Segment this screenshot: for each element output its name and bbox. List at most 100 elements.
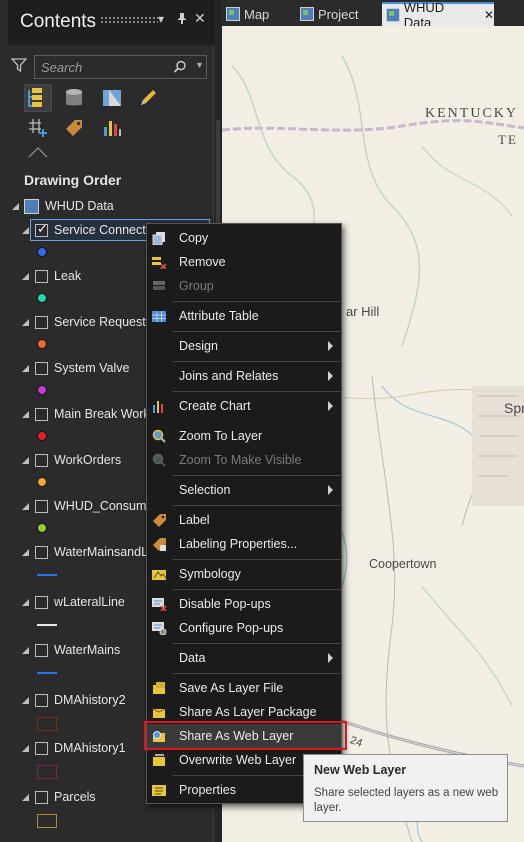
collapse-triangle-icon[interactable] xyxy=(10,201,20,211)
menu-item-labeling-properties[interactable]: Labeling Properties... xyxy=(147,532,341,556)
layer-visibility-checkbox[interactable] xyxy=(35,741,48,755)
list-by-editing-button[interactable] xyxy=(134,84,162,112)
search-input[interactable] xyxy=(35,56,155,78)
menu-item-label: Save As Layer File xyxy=(179,681,284,695)
menu-item-symbology[interactable]: Symbology xyxy=(147,562,341,586)
group-icon xyxy=(153,281,165,290)
menu-item-joins-and-relates[interactable]: Joins and Relates xyxy=(147,364,341,388)
tab-whud-data[interactable]: WHUD Data ✕ xyxy=(382,0,494,30)
list-by-labeling-button[interactable] xyxy=(60,114,88,142)
menu-item-group: Group xyxy=(147,274,341,298)
menu-item-data[interactable]: Data xyxy=(147,646,341,670)
layer-row[interactable]: System Valve xyxy=(20,358,130,378)
layer-row[interactable]: WorkOrders xyxy=(20,450,121,470)
collapse-triangle-icon[interactable] xyxy=(20,225,30,235)
collapse-triangle-icon[interactable] xyxy=(20,547,30,557)
list-charts-button[interactable] xyxy=(98,114,126,142)
collapse-triangle-icon[interactable] xyxy=(20,597,30,607)
layer-visibility-checkbox[interactable] xyxy=(35,222,48,237)
layer-row[interactable]: DMAhistory1 xyxy=(20,738,126,758)
list-by-selection-button[interactable] xyxy=(98,84,126,112)
layer-row[interactable]: Parcels xyxy=(20,787,96,807)
submenu-arrow-icon xyxy=(328,371,333,381)
map-root-label: WHUD Data xyxy=(45,199,114,213)
map-root-row[interactable]: WHUD Data xyxy=(10,196,114,216)
collapse-triangle-icon[interactable] xyxy=(20,409,30,419)
layer-row[interactable]: DMAhistory2 xyxy=(20,690,126,710)
menu-item-label: Zoom To Make Visible xyxy=(179,453,302,467)
menu-item-configure-pop-ups[interactable]: Configure Pop-ups xyxy=(147,616,341,640)
menu-item-design[interactable]: Design xyxy=(147,334,341,358)
layer-row[interactable]: Service Requests xyxy=(20,312,152,332)
close-icon[interactable]: ✕ xyxy=(194,10,206,27)
menu-item-selection[interactable]: Selection xyxy=(147,478,341,502)
layer-name: DMAhistory2 xyxy=(54,693,126,707)
layer-visibility-checkbox[interactable] xyxy=(35,693,48,707)
point-symbol-icon xyxy=(37,523,47,533)
collapse-triangle-icon[interactable] xyxy=(20,792,30,802)
symbology-icon xyxy=(152,570,167,580)
layer-row[interactable]: Main Break Work xyxy=(20,404,150,424)
collapse-triangle-icon[interactable] xyxy=(20,645,30,655)
tab-close-icon[interactable]: ✕ xyxy=(484,8,494,22)
line-symbol-icon xyxy=(37,624,57,626)
collapse-triangle-icon[interactable] xyxy=(20,363,30,373)
collapse-triangle-icon[interactable] xyxy=(20,743,30,753)
layer-row[interactable]: WHUD_Consump xyxy=(20,496,153,516)
pin-icon[interactable] xyxy=(177,12,187,27)
tab-project[interactable]: Project xyxy=(296,2,358,26)
layer-name: wLateralLine xyxy=(54,595,125,609)
menu-item-attribute-table[interactable]: Attribute Table xyxy=(147,304,341,328)
collapse-triangle-icon[interactable] xyxy=(20,317,30,327)
filter-icon[interactable] xyxy=(10,57,28,78)
pane-menu-icon[interactable]: ▾ xyxy=(158,12,164,26)
layer-visibility-checkbox[interactable] xyxy=(35,315,48,329)
menu-item-zoom-to-layer[interactable]: Zoom To Layer xyxy=(147,424,341,448)
layer-name: Service Connectio xyxy=(54,223,156,237)
pane-grip-handle[interactable] xyxy=(100,16,158,24)
submenu-arrow-icon xyxy=(328,401,333,411)
menu-item-label[interactable]: Label xyxy=(147,508,341,532)
chart-icon xyxy=(153,401,163,413)
menu-item-copy[interactable]: Copy xyxy=(147,226,341,250)
collapse-triangle-icon[interactable] xyxy=(20,695,30,705)
tooltip-title: New Web Layer xyxy=(314,763,407,777)
layer-visibility-checkbox[interactable] xyxy=(35,499,48,513)
layer-name: Parcels xyxy=(54,790,96,804)
zoom-visible-icon xyxy=(152,453,166,467)
layer-visibility-checkbox[interactable] xyxy=(35,643,48,657)
list-by-source-button[interactable] xyxy=(60,84,88,112)
whud-tab-icon xyxy=(386,8,400,22)
layer-row[interactable]: Service Connectio xyxy=(20,220,155,240)
line-symbol-icon xyxy=(37,574,57,576)
list-by-drawing-order-button[interactable] xyxy=(24,84,52,112)
menu-separator xyxy=(173,673,341,674)
menu-separator xyxy=(173,589,341,590)
menu-item-create-chart[interactable]: Create Chart xyxy=(147,394,341,418)
layer-visibility-checkbox[interactable] xyxy=(35,790,48,804)
menu-item-remove[interactable]: Remove xyxy=(147,250,341,274)
layer-row[interactable]: WaterMains xyxy=(20,640,120,660)
tab-map[interactable]: Map xyxy=(222,2,269,26)
menu-item-label: Properties xyxy=(179,783,236,797)
layer-visibility-checkbox[interactable] xyxy=(35,269,48,283)
layer-visibility-checkbox[interactable] xyxy=(35,453,48,467)
menu-item-label: Disable Pop-ups xyxy=(179,597,271,611)
collapse-triangle-icon[interactable] xyxy=(20,271,30,281)
layer-row[interactable]: wLateralLine xyxy=(20,592,125,612)
search-dropdown-icon[interactable]: ▼ xyxy=(195,60,204,70)
menu-item-label: Group xyxy=(179,279,214,293)
layer-visibility-checkbox[interactable] xyxy=(35,545,48,559)
search-icon[interactable] xyxy=(173,60,187,79)
layer-row[interactable]: WaterMainsandLa xyxy=(20,542,155,562)
collapse-triangle-icon[interactable] xyxy=(20,501,30,511)
menu-item-disable-pop-ups[interactable]: Disable Pop-ups xyxy=(147,592,341,616)
layer-visibility-checkbox[interactable] xyxy=(35,407,48,421)
layer-row[interactable]: Leak xyxy=(20,266,81,286)
layer-visibility-checkbox[interactable] xyxy=(35,595,48,609)
menu-item-save-as-layer-file[interactable]: Save As Layer File xyxy=(147,676,341,700)
collapse-triangle-icon[interactable] xyxy=(20,455,30,465)
layer-visibility-checkbox[interactable] xyxy=(35,361,48,375)
overwrite-icon xyxy=(153,754,165,766)
list-by-snapping-button[interactable] xyxy=(24,114,52,142)
